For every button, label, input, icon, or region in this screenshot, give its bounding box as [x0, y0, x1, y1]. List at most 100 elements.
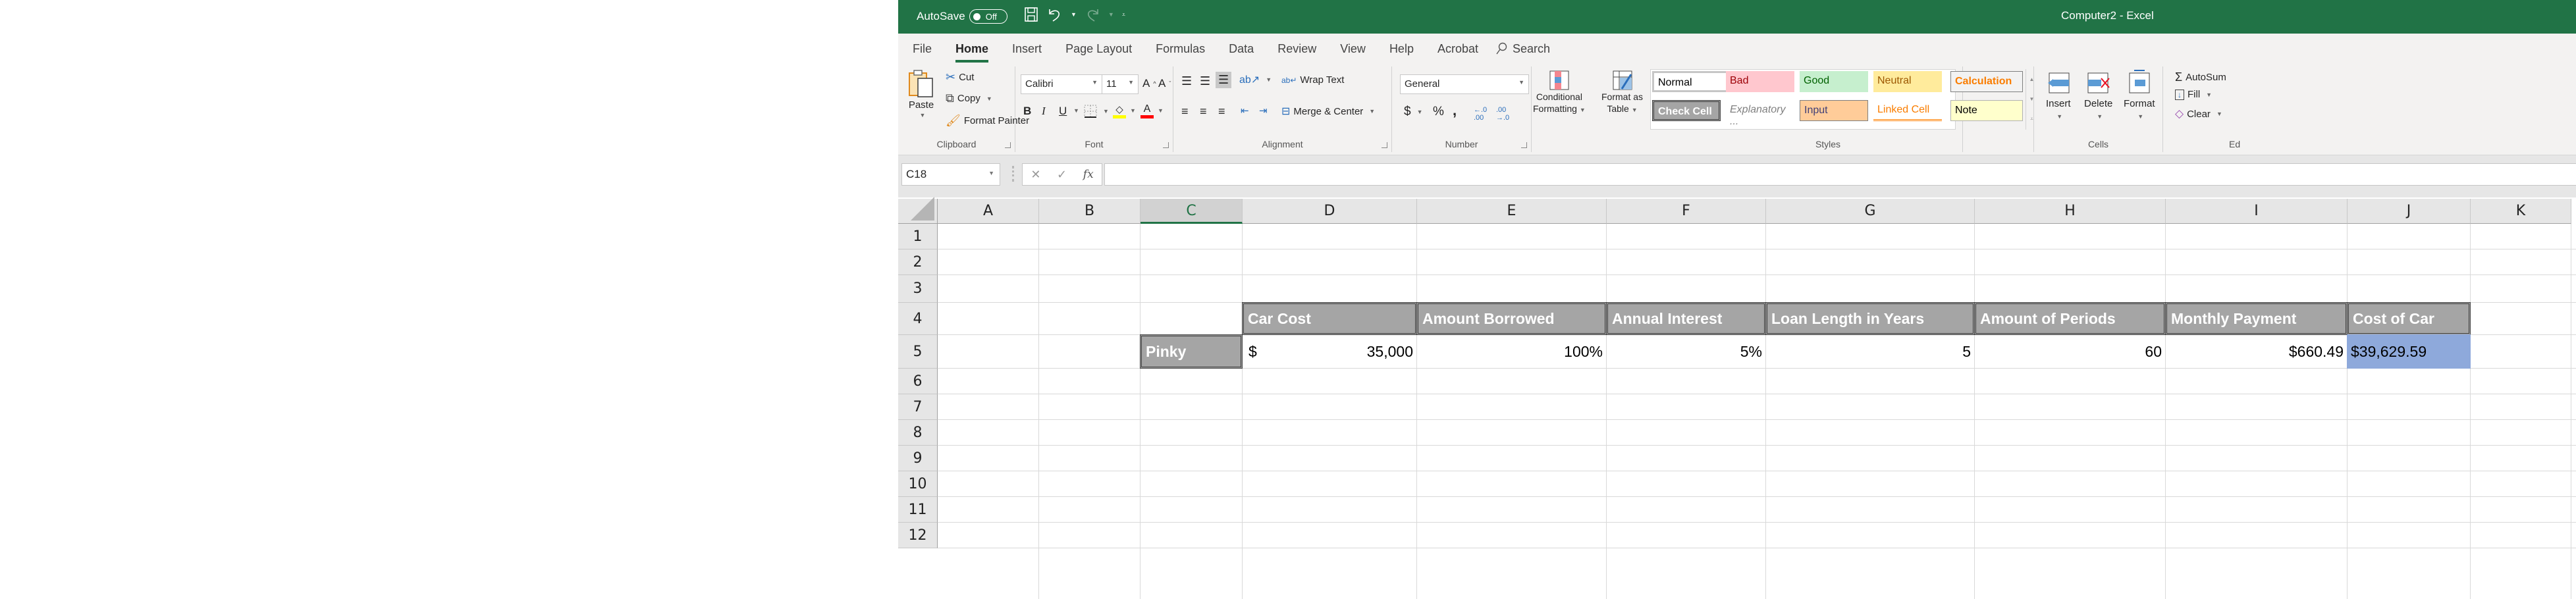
cell-J5[interactable]: $39,629.59: [2347, 334, 2471, 369]
tab-review[interactable]: Review: [1277, 39, 1316, 59]
cell-I4[interactable]: Monthly Payment: [2165, 302, 2348, 335]
currency-dropdown-icon[interactable]: ▼: [1417, 109, 1423, 115]
decrease-font-size-icon[interactable]: Aˇ: [1158, 77, 1171, 90]
fill-color-dropdown-icon[interactable]: ▼: [1130, 107, 1136, 114]
format-as-table-button[interactable]: Format as Table ▼: [1601, 70, 1643, 114]
cancel-icon[interactable]: ✕: [1031, 168, 1040, 182]
tab-view[interactable]: View: [1340, 39, 1366, 59]
style-neutral[interactable]: Neutral: [1873, 71, 1942, 92]
column-header-d[interactable]: D: [1243, 199, 1417, 224]
tab-help[interactable]: Help: [1389, 39, 1414, 59]
fill-button[interactable]: ↓ Fill ▼: [2175, 89, 2212, 100]
tab-data[interactable]: Data: [1229, 39, 1254, 59]
decrease-indent-icon[interactable]: ⇤: [1241, 105, 1249, 117]
formula-input[interactable]: [1104, 163, 2576, 186]
enter-icon[interactable]: ✓: [1057, 168, 1067, 182]
column-header-h[interactable]: H: [1975, 199, 2166, 224]
wrap-text-button[interactable]: ab↵ Wrap Text: [1281, 74, 1344, 86]
redo-dropdown-icon[interactable]: ▼: [1108, 11, 1114, 18]
tab-file[interactable]: File: [913, 39, 932, 59]
save-icon[interactable]: [1023, 7, 1039, 22]
cell-F5[interactable]: 5%: [1606, 334, 1766, 369]
column-header-g[interactable]: G: [1766, 199, 1975, 224]
fill-color-button[interactable]: ◇: [1113, 103, 1126, 118]
column-header-e[interactable]: E: [1417, 199, 1607, 224]
cell-G4[interactable]: Loan Length in Years: [1765, 302, 1975, 335]
row-header-12[interactable]: 12: [898, 523, 938, 548]
cell-E4[interactable]: Amount Borrowed: [1416, 302, 1607, 335]
column-header-c[interactable]: C: [1140, 199, 1243, 224]
increase-decimal-icon[interactable]: ←.0.00: [1474, 106, 1487, 122]
row-header-6[interactable]: 6: [898, 369, 938, 394]
style-check-cell[interactable]: Check Cell: [1652, 100, 1721, 121]
column-header-k[interactable]: K: [2471, 199, 2571, 224]
row-header-7[interactable]: 7: [898, 394, 938, 420]
autosave-toggle[interactable]: Off: [969, 9, 1007, 24]
style-explanatory[interactable]: Explanatory ...: [1726, 100, 1794, 127]
font-color-button[interactable]: A: [1140, 103, 1154, 118]
formula-bar-splitter[interactable]: [1012, 166, 1014, 182]
row-header-11[interactable]: 11: [898, 497, 938, 523]
number-format-select[interactable]: General ▼: [1400, 74, 1529, 94]
delete-cells-button[interactable]: Delete ▼: [2084, 72, 2112, 120]
style-good[interactable]: Good: [1800, 71, 1868, 92]
customize-qat-icon[interactable]: ⩡: [1122, 11, 1125, 18]
tab-acrobat[interactable]: Acrobat: [1437, 39, 1478, 59]
style-input[interactable]: Input: [1800, 100, 1868, 121]
style-calculation[interactable]: Calculation: [1950, 71, 2023, 92]
style-linked-cell[interactable]: Linked Cell: [1873, 100, 1942, 121]
cell-C5[interactable]: Pinky: [1140, 334, 1243, 369]
column-header-b[interactable]: B: [1039, 199, 1140, 224]
align-left-icon[interactable]: ≡: [1181, 105, 1189, 118]
paste-button[interactable]: Paste ▼: [907, 69, 935, 118]
font-name-select[interactable]: Calibri ▼: [1021, 74, 1102, 94]
orientation-icon[interactable]: ab↗ ▼: [1239, 73, 1272, 86]
cell-D4[interactable]: Car Cost: [1242, 302, 1417, 335]
tab-home[interactable]: Home: [955, 39, 989, 63]
clear-button[interactable]: ◇ Clear ▼: [2175, 107, 2222, 120]
format-dropdown-icon[interactable]: ▼: [2137, 113, 2143, 120]
align-right-icon[interactable]: ≡: [1218, 105, 1225, 118]
cell-H4[interactable]: Amount of Periods: [1974, 302, 2166, 335]
undo-dropdown-icon[interactable]: ▼: [1071, 11, 1077, 18]
bottom-align-icon[interactable]: ☰: [1216, 72, 1232, 88]
row-header-4[interactable]: 4: [898, 303, 938, 335]
search-box[interactable]: Search: [1495, 42, 1550, 56]
copy-button[interactable]: ⧉ Copy ▼: [946, 91, 992, 105]
chevron-down-icon[interactable]: ▼: [988, 170, 994, 176]
decrease-decimal-icon[interactable]: .00 →.0: [1496, 106, 1509, 122]
insert-function-icon[interactable]: fx: [1083, 168, 1094, 181]
conditional-formatting-button[interactable]: Conditional Formatting ▼: [1533, 70, 1586, 114]
autosum-button[interactable]: Σ AutoSum: [2175, 70, 2226, 84]
italic-button[interactable]: I: [1042, 105, 1046, 118]
column-header-f[interactable]: F: [1607, 199, 1766, 224]
insert-dropdown-icon[interactable]: ▼: [2056, 113, 2062, 120]
merge-dropdown-icon[interactable]: ▼: [1369, 108, 1375, 115]
name-box[interactable]: C18 ▼: [901, 163, 1000, 186]
cell-F4[interactable]: Annual Interest: [1606, 302, 1766, 335]
tab-page-layout[interactable]: Page Layout: [1065, 39, 1132, 59]
bold-button[interactable]: B: [1023, 105, 1031, 118]
comma-button[interactable]: ,: [1453, 102, 1457, 119]
row-header-5[interactable]: 5: [898, 335, 938, 369]
style-note[interactable]: Note: [1950, 100, 2023, 121]
cut-button[interactable]: ✂ Cut: [946, 70, 974, 84]
cell-J4[interactable]: Cost of Car: [2347, 302, 2471, 335]
row-header-1[interactable]: 1: [898, 224, 938, 249]
top-align-icon[interactable]: ☰: [1181, 74, 1192, 88]
format-cells-button[interactable]: Format ▼: [2124, 69, 2155, 120]
increase-font-size-icon[interactable]: A ^: [1142, 77, 1156, 90]
copy-dropdown-icon[interactable]: ▼: [986, 95, 992, 102]
row-header-3[interactable]: 3: [898, 275, 938, 303]
delete-dropdown-icon[interactable]: ▼: [2097, 113, 2103, 120]
align-center-icon[interactable]: ≡: [1200, 105, 1207, 118]
cell-E5[interactable]: 100%: [1416, 334, 1607, 369]
underline-dropdown-icon[interactable]: ▼: [1073, 107, 1079, 114]
cell-D5[interactable]: $ 35,000: [1242, 334, 1417, 369]
merge-center-button[interactable]: ⊟ Merge & Center ▼: [1281, 105, 1375, 118]
percent-button[interactable]: %: [1433, 105, 1444, 119]
cell-H5[interactable]: 60: [1974, 334, 2166, 369]
row-header-9[interactable]: 9: [898, 446, 938, 471]
style-bad[interactable]: Bad: [1726, 71, 1794, 92]
middle-align-icon[interactable]: ☰: [1200, 74, 1210, 88]
